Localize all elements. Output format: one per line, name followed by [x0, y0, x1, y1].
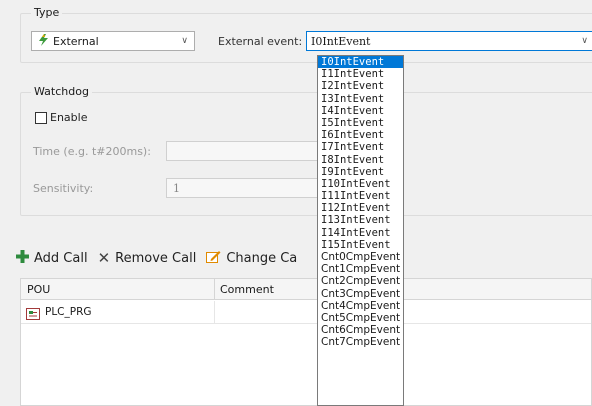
watchdog-group-label: Watchdog — [31, 85, 92, 98]
table-header: POU Comment — [20, 278, 592, 300]
enable-checkbox[interactable]: Enable — [35, 111, 87, 124]
edit-icon — [206, 250, 221, 267]
dropdown-option[interactable]: I0IntEvent — [318, 56, 403, 69]
calls-table: POU Comment PLC_PRG — [20, 278, 592, 406]
external-event-dropdown-list[interactable]: I0IntEvent I1IntEvent I2IntEvent I3IntEvent… — [317, 55, 404, 406]
dropdown-option[interactable]: I9IntEvent — [318, 166, 403, 178]
column-header-comment[interactable]: Comment — [220, 283, 274, 296]
external-event-select[interactable]: I0IntEvent ∨ — [306, 31, 592, 51]
dropdown-option[interactable]: Cnt1CmpEvent — [318, 263, 403, 275]
dropdown-option[interactable]: Cnt7CmpEvent — [318, 336, 403, 348]
column-header-pou[interactable]: POU — [27, 283, 50, 296]
x-icon: ✕ — [97, 249, 111, 267]
enable-label: Enable — [50, 111, 88, 124]
dropdown-option[interactable]: I7IntEvent — [318, 141, 403, 153]
dropdown-option[interactable]: I4IntEvent — [318, 105, 403, 117]
sensitivity-label: Sensitivity: — [33, 182, 94, 195]
dropdown-option[interactable]: I3IntEvent — [318, 93, 403, 105]
lightning-icon — [38, 33, 50, 49]
cell-divider — [214, 301, 215, 323]
remove-call-label: Remove Call — [115, 250, 197, 266]
change-call-button[interactable]: Change Ca — [206, 250, 297, 267]
sensitivity-value: 1 — [173, 181, 180, 195]
sensitivity-input[interactable]: 1 — [166, 178, 326, 198]
dropdown-option[interactable]: Cnt2CmpEvent — [318, 275, 403, 287]
dropdown-option[interactable]: I8IntEvent — [318, 154, 403, 166]
dropdown-option[interactable]: Cnt6CmpEvent — [318, 324, 403, 336]
chevron-down-icon: ∨ — [581, 36, 588, 46]
dropdown-option[interactable]: I2IntEvent — [318, 80, 403, 92]
dropdown-option[interactable]: I5IntEvent — [318, 117, 403, 129]
calls-toolbar: Add Call ✕ Remove Call Change Ca — [16, 248, 321, 268]
dropdown-option[interactable]: Cnt5CmpEvent — [318, 312, 403, 324]
plus-icon — [16, 249, 29, 267]
dropdown-option[interactable]: I11IntEvent — [318, 190, 403, 202]
dropdown-option[interactable]: I14IntEvent — [318, 227, 403, 239]
remove-call-button[interactable]: ✕ Remove Call — [98, 249, 197, 267]
type-group-label: Type — [31, 6, 63, 19]
dropdown-option[interactable]: I10IntEvent — [318, 178, 403, 190]
checkbox-box[interactable] — [35, 111, 47, 124]
dropdown-option[interactable]: Cnt0CmpEvent — [318, 251, 403, 263]
dropdown-option[interactable]: I6IntEvent — [318, 129, 403, 141]
dropdown-option[interactable]: I15IntEvent — [318, 239, 403, 251]
watchdog-group: Watchdog Enable Time (e.g. t#200ms): Sen… — [20, 85, 592, 216]
time-label: Time (e.g. t#200ms): — [33, 145, 151, 158]
pou-cell: PLC_PRG — [45, 306, 92, 318]
pou-icon — [26, 305, 40, 324]
task-config-panel: Type External ∨ External event: I0IntEve… — [16, 6, 592, 406]
add-call-button[interactable]: Add Call — [16, 249, 88, 267]
external-event-label: External event: — [218, 35, 303, 48]
type-select[interactable]: External ∨ — [31, 31, 195, 51]
dropdown-option[interactable]: I12IntEvent — [318, 202, 403, 214]
dropdown-option[interactable]: I13IntEvent — [318, 214, 403, 226]
change-call-label: Change Ca — [226, 250, 298, 266]
dropdown-items: I0IntEvent I1IntEvent I2IntEvent I3IntEvent… — [318, 56, 403, 349]
add-call-label: Add Call — [34, 250, 88, 266]
type-group: Type External ∨ External event: I0IntEve… — [20, 6, 592, 63]
external-event-value: I0IntEvent — [311, 34, 371, 48]
column-divider — [214, 279, 215, 299]
chevron-down-icon: ∨ — [181, 36, 188, 46]
dropdown-option[interactable]: Cnt4CmpEvent — [318, 300, 403, 312]
dropdown-option[interactable]: I1IntEvent — [318, 68, 403, 80]
type-select-value: External — [53, 34, 99, 48]
table-row[interactable]: PLC_PRG — [21, 301, 591, 324]
dropdown-option[interactable]: Cnt3CmpEvent — [318, 288, 403, 300]
time-input[interactable] — [166, 141, 326, 161]
